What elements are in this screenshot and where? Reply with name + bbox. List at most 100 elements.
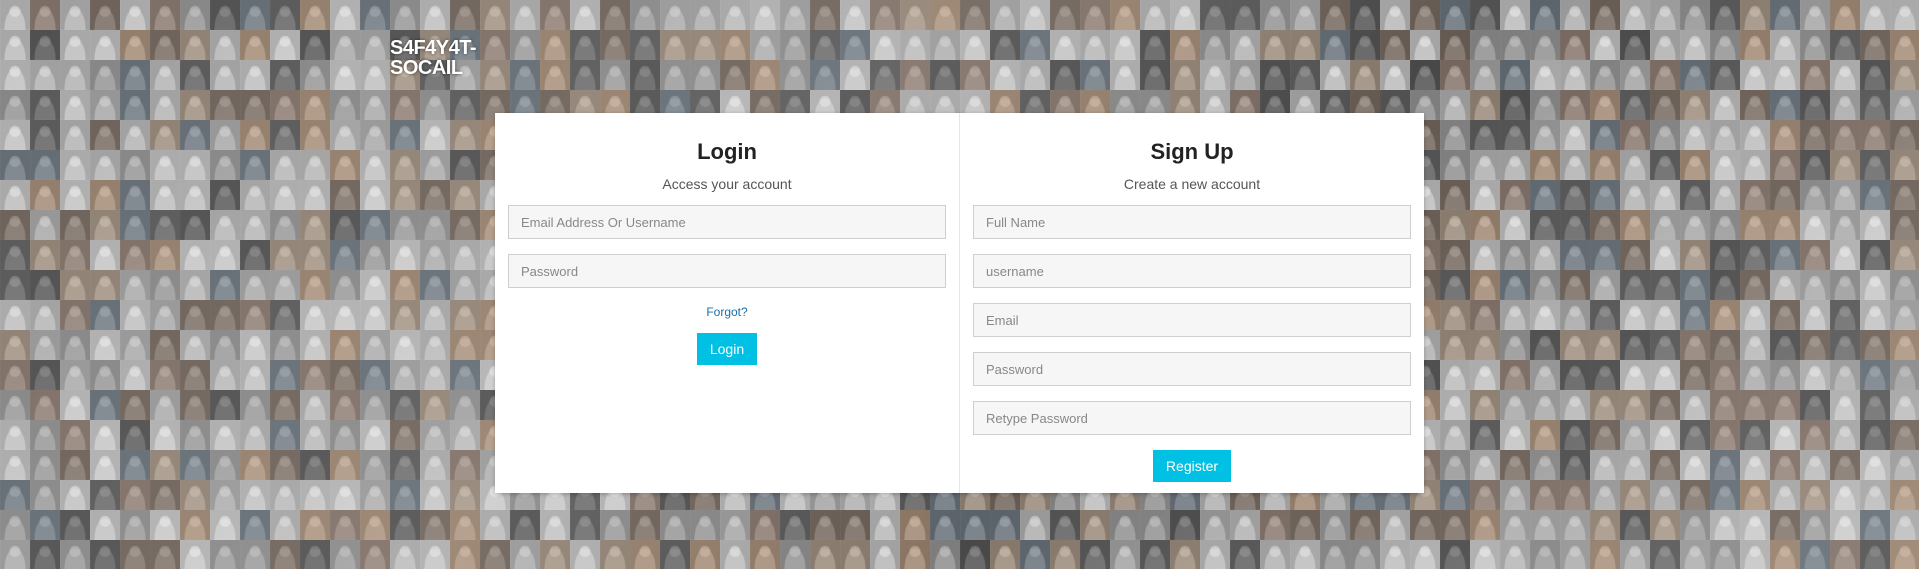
signup-fullname-input[interactable] (973, 205, 1411, 239)
avatar-tile (150, 30, 180, 60)
avatar-tile (1710, 450, 1740, 480)
avatar-tile (1560, 390, 1590, 420)
avatar-tile (1080, 0, 1110, 30)
avatar-tile (1560, 210, 1590, 240)
avatar-tile (1560, 480, 1590, 510)
avatar-tile (120, 60, 150, 90)
avatar-tile (1770, 510, 1800, 540)
avatar-tile (1830, 420, 1860, 450)
avatar-tile (330, 420, 360, 450)
avatar-tile (1620, 120, 1650, 150)
avatar-tile (360, 30, 390, 60)
register-button[interactable]: Register (1152, 450, 1232, 482)
avatar-tile (840, 30, 870, 60)
avatar-tile (180, 450, 210, 480)
avatar-tile (1530, 420, 1560, 450)
avatar-tile (510, 0, 540, 30)
avatar-tile (1830, 480, 1860, 510)
avatar-tile (1830, 390, 1860, 420)
avatar-tile (360, 510, 390, 540)
avatar-tile (150, 480, 180, 510)
signup-retype-password-input[interactable] (973, 401, 1411, 435)
avatar-tile (1740, 300, 1770, 330)
avatar-tile (1470, 0, 1500, 30)
avatar-tile (930, 510, 960, 540)
signup-username-input[interactable] (973, 254, 1411, 288)
avatar-tile (300, 240, 330, 270)
avatar-tile (90, 90, 120, 120)
signup-email-input[interactable] (973, 303, 1411, 337)
avatar-tile (1380, 60, 1410, 90)
signup-password-input[interactable] (973, 352, 1411, 386)
avatar-tile (390, 240, 420, 270)
avatar-tile (1440, 510, 1470, 540)
avatar-tile (240, 480, 270, 510)
avatar-tile (630, 540, 660, 569)
avatar-tile (1350, 60, 1380, 90)
avatar-tile (1620, 420, 1650, 450)
avatar-tile (330, 0, 360, 30)
avatar-tile (90, 450, 120, 480)
avatar-tile (1440, 150, 1470, 180)
avatar-tile (930, 0, 960, 30)
avatar-tile (1740, 30, 1770, 60)
avatar-tile (60, 60, 90, 90)
avatar-tile (1860, 540, 1890, 569)
brand-logo-text[interactable]: S4F4Y4T-SOCAIL (390, 38, 480, 78)
avatar-tile (60, 480, 90, 510)
forgot-password-link[interactable]: Forgot? (706, 305, 747, 319)
avatar-tile (540, 540, 570, 569)
avatar-tile (1680, 60, 1710, 90)
avatar-tile (180, 330, 210, 360)
avatar-tile (1230, 30, 1260, 60)
avatar-tile (900, 30, 930, 60)
avatar-tile (330, 390, 360, 420)
avatar-tile (300, 60, 330, 90)
avatar-tile (360, 330, 390, 360)
avatar-tile (120, 480, 150, 510)
avatar-tile (1440, 60, 1470, 90)
login-password-input[interactable] (508, 254, 946, 288)
avatar-tile (780, 30, 810, 60)
avatar-tile (510, 510, 540, 540)
avatar-tile (1680, 450, 1710, 480)
signup-title: Sign Up (1150, 139, 1234, 164)
avatar-tile (390, 0, 420, 30)
avatar-tile (1440, 180, 1470, 210)
avatar-tile (1050, 510, 1080, 540)
avatar-tile (120, 450, 150, 480)
avatar-tile (1740, 120, 1770, 150)
avatar-tile (1560, 540, 1590, 569)
avatar-tile (1620, 450, 1650, 480)
avatar-tile (900, 540, 930, 569)
avatar-tile (0, 270, 30, 300)
avatar-tile (1710, 30, 1740, 60)
avatar-tile (750, 0, 780, 30)
login-email-input[interactable] (508, 205, 946, 239)
avatar-tile (1770, 330, 1800, 360)
avatar-tile (1710, 420, 1740, 450)
avatar-tile (1890, 360, 1919, 390)
avatar-tile (1440, 300, 1470, 330)
avatar-tile (1740, 270, 1770, 300)
avatar-tile (750, 60, 780, 90)
avatar-tile (1590, 180, 1620, 210)
avatar-tile (0, 30, 30, 60)
avatar-tile (390, 420, 420, 450)
avatar-tile (270, 30, 300, 60)
avatar-tile (1770, 210, 1800, 240)
avatar-tile (1830, 540, 1860, 569)
avatar-tile (1770, 420, 1800, 450)
avatar-tile (810, 510, 840, 540)
avatar-tile (1770, 450, 1800, 480)
login-button[interactable]: Login (696, 333, 758, 365)
avatar-tile (90, 510, 120, 540)
avatar-tile (1710, 510, 1740, 540)
avatar-tile (1470, 270, 1500, 300)
avatar-tile (180, 300, 210, 330)
avatar-tile (570, 540, 600, 569)
avatar-tile (360, 390, 390, 420)
avatar-tile (1170, 60, 1200, 90)
avatar-tile (270, 540, 300, 569)
avatar-tile (1740, 450, 1770, 480)
